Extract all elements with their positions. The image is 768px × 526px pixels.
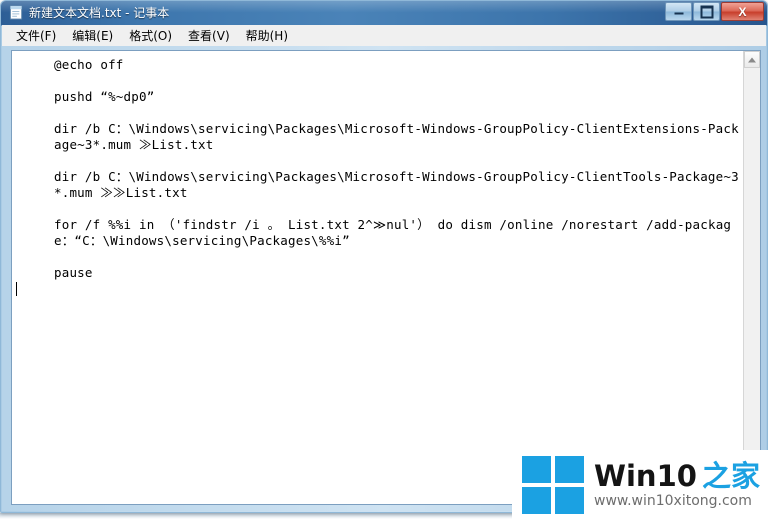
- watermark-text: Win10 之家 www.win10xitong.com: [594, 458, 760, 510]
- menu-item-file[interactable]: 文件(F): [8, 25, 64, 46]
- window-controls: X: [664, 2, 764, 22]
- maximize-button[interactable]: [693, 2, 720, 21]
- close-icon: X: [738, 4, 747, 19]
- text-editor[interactable]: @echo off pushd “%~dp0” dir /b C：\Window…: [11, 50, 761, 505]
- desktop-background: 新建文本文档.txt - 记事本 X 文件(F) 编辑(E) 格式(O) 查看(…: [0, 0, 768, 526]
- menu-item-edit[interactable]: 编辑(E): [64, 25, 121, 46]
- code-line: dir /b C：\Windows\servicing\Packages\Mic…: [54, 169, 739, 200]
- scroll-up-button[interactable]: [744, 51, 760, 68]
- code-line: dir /b C：\Windows\servicing\Packages\Mic…: [54, 121, 739, 152]
- site-watermark: Win10 之家 www.win10xitong.com: [512, 450, 768, 520]
- text-editor-content[interactable]: @echo off pushd “%~dp0” dir /b C：\Window…: [12, 51, 743, 504]
- window-titlebar[interactable]: 新建文本文档.txt - 记事本 X: [1, 1, 767, 26]
- code-line: @echo off: [54, 57, 124, 72]
- minimize-button[interactable]: [665, 2, 692, 21]
- text-caret-line: [14, 281, 741, 297]
- close-button[interactable]: X: [721, 2, 764, 21]
- code-line: for /f %%i in （'findstr /i 。 List.txt 2^…: [54, 217, 732, 248]
- menu-item-help[interactable]: 帮助(H): [238, 25, 296, 46]
- notepad-window: 新建文本文档.txt - 记事本 X 文件(F) 编辑(E) 格式(O) 查看(…: [0, 0, 768, 513]
- menu-item-format[interactable]: 格式(O): [121, 25, 180, 46]
- menu-item-view[interactable]: 查看(V): [180, 25, 238, 46]
- menubar: 文件(F) 编辑(E) 格式(O) 查看(V) 帮助(H): [2, 25, 766, 47]
- watermark-brand-cn: 之家: [701, 458, 760, 493]
- code-line: pause: [54, 265, 93, 280]
- notepad-document-icon: [9, 5, 23, 20]
- window-title: 新建文本文档.txt - 记事本: [29, 6, 170, 20]
- window-client-area: @echo off pushd “%~dp0” dir /b C：\Window…: [2, 46, 766, 511]
- watermark-url: www.win10xitong.com: [594, 493, 752, 510]
- text-caret: [16, 282, 17, 296]
- vertical-scrollbar[interactable]: [743, 51, 760, 504]
- scroll-up-arrow-icon: [748, 57, 756, 62]
- watermark-brand: Win10: [594, 458, 697, 493]
- code-line: pushd “%~dp0”: [54, 89, 155, 104]
- windows-logo-icon: [522, 456, 584, 514]
